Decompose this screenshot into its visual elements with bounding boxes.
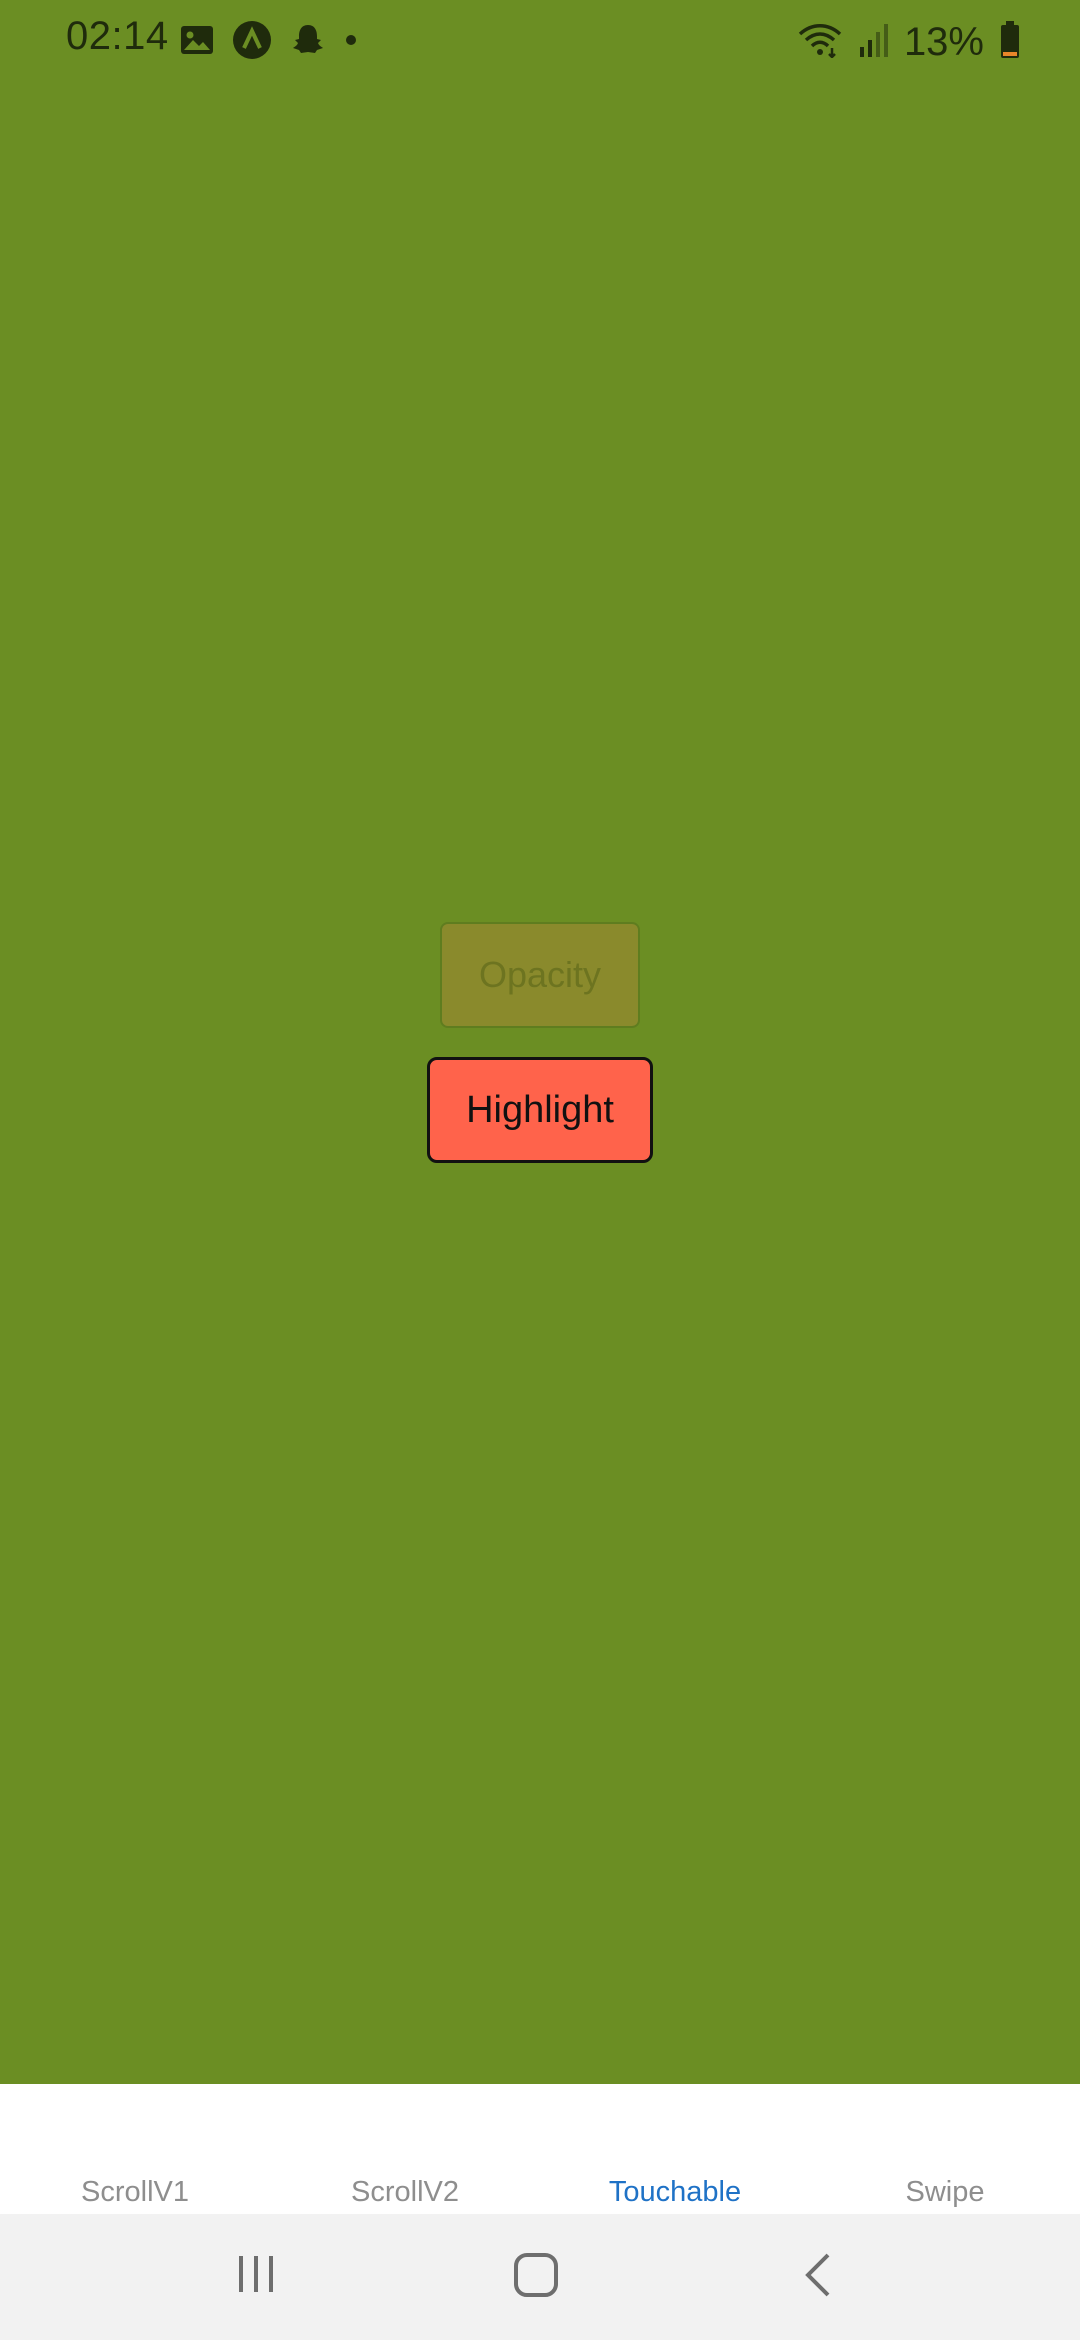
tab-swipe[interactable]: Swipe — [906, 2176, 985, 2209]
bottom-tab-bar: ScrollV1 ScrollV2 Touchable Swipe — [0, 2084, 1080, 2214]
back-icon[interactable] — [800, 2252, 836, 2303]
home-icon[interactable] — [513, 2252, 559, 2303]
tab-scrollv2[interactable]: ScrollV2 — [351, 2176, 459, 2209]
tab-scrollv1[interactable]: ScrollV1 — [81, 2176, 189, 2209]
opacity-button[interactable]: Opacity — [440, 922, 640, 1028]
tab-touchable[interactable]: Touchable — [609, 2176, 741, 2209]
wifi-icon — [798, 22, 842, 63]
highlight-button[interactable]: Highlight — [427, 1057, 653, 1163]
status-bar: 02:14 13% — [0, 0, 1080, 84]
app-a-icon — [232, 20, 272, 65]
signal-icon — [858, 23, 888, 62]
image-icon — [180, 25, 214, 60]
notification-icons — [180, 20, 358, 64]
recents-icon[interactable] — [234, 2252, 278, 2301]
opacity-button-label: Opacity — [478, 954, 602, 995]
battery-icon — [1000, 20, 1020, 64]
status-time: 02:14 — [66, 14, 169, 58]
snapchat-icon — [290, 22, 326, 63]
battery-percentage: 13% — [903, 19, 984, 64]
system-navigation-bar — [0, 2214, 1080, 2340]
system-icons: 13% — [798, 18, 1020, 66]
dot-icon — [344, 33, 358, 52]
highlight-button-label: Highlight — [466, 1088, 614, 1131]
main-content: Opacity Highlight — [0, 0, 1080, 2084]
